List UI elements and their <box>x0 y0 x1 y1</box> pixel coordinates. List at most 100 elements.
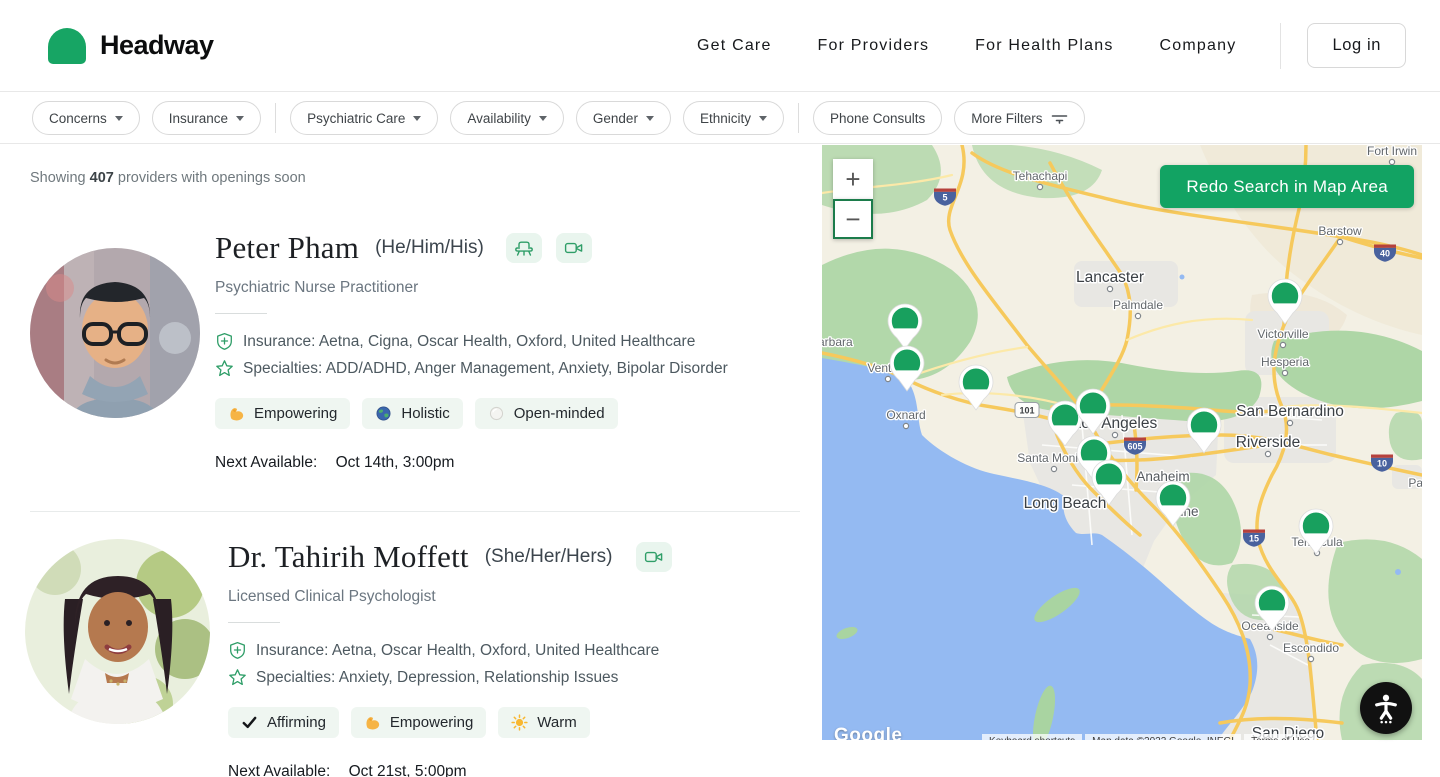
nav-for-health-plans[interactable]: For Health Plans <box>975 37 1113 55</box>
trait-label: Affirming <box>267 714 326 731</box>
filter-group-divider <box>275 103 276 133</box>
trait-label: Empowering <box>390 714 473 731</box>
insurance-row: Insurance: Aetna, Cigna, Oscar Health, O… <box>215 332 800 351</box>
map-data-attribution[interactable]: Map data ©2022 Google, INEGI <box>1085 734 1241 740</box>
city-label: Riverside <box>1236 434 1301 451</box>
map-canvas[interactable]: Fort Irwin Tehachapi Barstow Lancaster Palmd… <box>822 145 1422 740</box>
city-label: Barstow <box>1318 224 1362 238</box>
filter-gender[interactable]: Gender <box>576 101 671 135</box>
video-camera-icon <box>644 548 664 566</box>
trait-badge-empowering: Empowering <box>215 398 350 429</box>
filter-insurance[interactable]: Insurance <box>152 101 261 135</box>
provider-card-peter-pham[interactable]: Peter Pham (He/Him/His) Psychiatric Nurs… <box>30 186 800 512</box>
svg-text:10: 10 <box>1377 459 1387 469</box>
provider-photo-illustration <box>25 539 210 724</box>
city-dot <box>1389 159 1394 164</box>
provider-photo-illustration <box>30 248 200 418</box>
video-badge <box>556 233 592 263</box>
nav-company[interactable]: Company <box>1160 37 1237 55</box>
provider-title: Psychiatric Nurse Practitioner <box>215 279 800 297</box>
trait-label: Warm <box>537 714 576 731</box>
chevron-down-icon <box>539 116 547 121</box>
login-button[interactable]: Log in <box>1307 23 1406 68</box>
divider <box>228 622 280 623</box>
provider-results-list: Showing 407 providers with openings soon <box>30 144 800 777</box>
thought-icon <box>488 405 505 422</box>
insurance-row: Insurance: Aetna, Oscar Health, Oxford, … <box>228 641 800 660</box>
provider-card-tahirih-moffett[interactable]: Dr. Tahirih Moffett (She/Her/Hers) Licen… <box>30 512 800 777</box>
city-dot <box>1267 634 1272 639</box>
check-icon <box>241 714 258 731</box>
zoom-in-button[interactable]: + <box>833 159 873 199</box>
map-attribution: Keyboard shortcuts Map data ©2022 Google… <box>982 734 1317 740</box>
city-label: Oxnard <box>886 408 925 422</box>
trait-badges: Empowering Holistic Open-minded <box>215 398 800 429</box>
city-dot <box>1280 342 1285 347</box>
svg-text:5: 5 <box>942 193 947 203</box>
headway-logo-icon <box>48 28 86 64</box>
terms-of-use-link[interactable]: Terms of Use <box>1244 734 1317 740</box>
chevron-down-icon <box>236 116 244 121</box>
provider-photo[interactable] <box>25 539 210 724</box>
filter-label: Availability <box>467 111 531 126</box>
next-available-value: Oct 21st, 5:00pm <box>349 763 467 777</box>
specialties-row: Specialties: ADD/ADHD, Anger Management,… <box>215 359 800 378</box>
city-label: Long Beach <box>1024 495 1107 512</box>
nav-get-care[interactable]: Get Care <box>697 37 772 55</box>
results-count-line: Showing 407 providers with openings soon <box>30 170 800 186</box>
filter-ethnicity[interactable]: Ethnicity <box>683 101 784 135</box>
provider-name[interactable]: Dr. Tahirih Moffett <box>228 539 469 575</box>
nav-for-providers[interactable]: For Providers <box>818 37 930 55</box>
trait-badge-affirming: Affirming <box>228 707 339 738</box>
city-dot <box>1112 432 1117 437</box>
provider-photo[interactable] <box>30 248 200 418</box>
svg-text:101: 101 <box>1019 405 1034 415</box>
specialties-list: Anxiety, Depression, Relationship Issues <box>339 669 619 686</box>
insurance-list: Aetna, Oscar Health, Oxford, United Heal… <box>332 642 659 659</box>
city-dot <box>1282 370 1287 375</box>
google-logo[interactable]: Google <box>834 725 902 740</box>
filter-bar: Concerns Insurance Psychiatric Care Avai… <box>0 93 1440 144</box>
city-label: Fort Irwin <box>1367 145 1417 158</box>
filter-phone-consults[interactable]: Phone Consults <box>813 101 942 135</box>
city-label: Palmdale <box>1113 298 1163 312</box>
redo-search-button[interactable]: Redo Search in Map Area <box>1160 165 1414 208</box>
specialties-list: ADD/ADHD, Anger Management, Anxiety, Bip… <box>326 360 728 377</box>
city-dot <box>1287 420 1292 425</box>
filter-label: Concerns <box>49 111 107 126</box>
trait-badge-empowering: Empowering <box>351 707 486 738</box>
zoom-out-button[interactable]: − <box>833 199 873 239</box>
city-label: Lancaster <box>1076 269 1144 286</box>
results-count: 407 <box>90 170 114 186</box>
svg-text:40: 40 <box>1380 249 1390 259</box>
accessibility-widget-button[interactable] <box>1360 682 1412 734</box>
city-dot <box>1308 656 1313 661</box>
city-label: Hesperia <box>1261 355 1309 369</box>
specialties-label: Specialties: <box>243 360 322 377</box>
provider-name[interactable]: Peter Pham <box>215 230 359 266</box>
city-label: Victorville <box>1257 327 1308 341</box>
city-label: Tehachapi <box>1013 169 1068 183</box>
highway-shield: 101 <box>1015 403 1039 418</box>
trait-label: Holistic <box>401 405 449 422</box>
chevron-down-icon <box>646 116 654 121</box>
insurance-label: Insurance: <box>243 333 315 350</box>
city-label: Palm Springs <box>1408 476 1422 490</box>
trait-badges: Affirming Empowering Warm <box>228 707 800 738</box>
globe-icon <box>375 405 392 422</box>
site-header: Headway Get Care For Providers For Healt… <box>0 0 1440 92</box>
next-available-label: Next Available: <box>228 763 330 777</box>
headway-logo[interactable]: Headway <box>48 28 214 64</box>
chevron-down-icon <box>759 116 767 121</box>
filter-psychiatric-care[interactable]: Psychiatric Care <box>290 101 438 135</box>
provider-pronouns: (He/Him/His) <box>375 237 484 259</box>
filter-concerns[interactable]: Concerns <box>32 101 140 135</box>
filter-availability[interactable]: Availability <box>450 101 564 135</box>
city-dot <box>1337 239 1342 244</box>
city-label: Escondido <box>1283 641 1339 655</box>
keyboard-shortcuts-link[interactable]: Keyboard shortcuts <box>982 734 1082 740</box>
next-available-label: Next Available: <box>215 454 317 471</box>
next-available-row: Next Available: Oct 21st, 5:00pm <box>228 763 800 777</box>
filter-more-filters[interactable]: More Filters <box>954 101 1084 135</box>
city-dot <box>885 376 890 381</box>
